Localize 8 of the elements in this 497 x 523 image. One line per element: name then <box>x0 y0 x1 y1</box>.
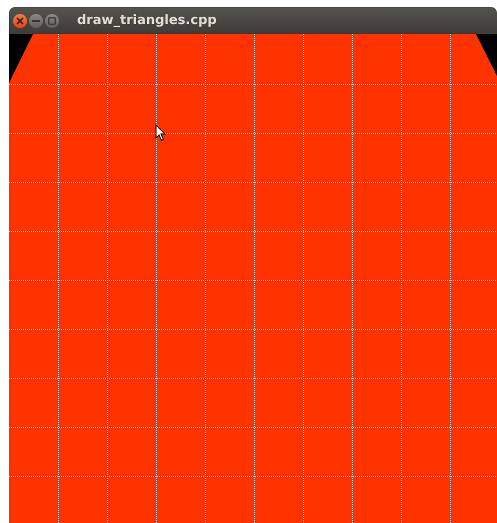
minimize-icon <box>32 20 40 22</box>
mouse-pointer-icon <box>155 124 167 142</box>
window-title: draw_triangles.cpp <box>77 13 217 28</box>
close-button[interactable] <box>13 14 27 28</box>
maximize-icon <box>48 16 56 24</box>
maximize-button[interactable] <box>45 14 59 28</box>
minimize-button[interactable] <box>29 14 43 28</box>
close-icon <box>16 16 24 24</box>
